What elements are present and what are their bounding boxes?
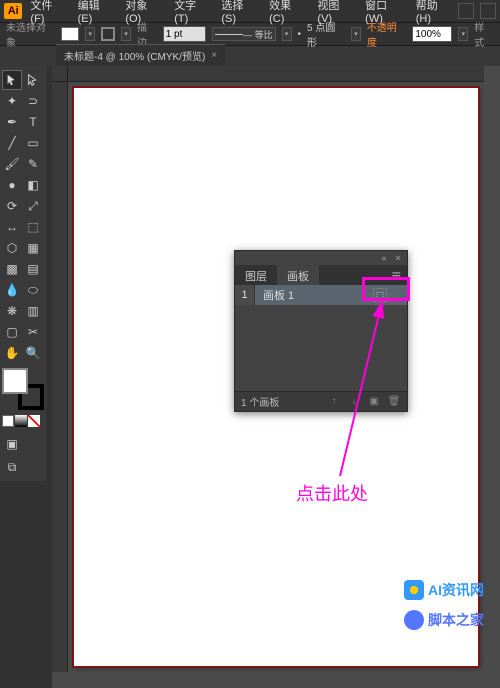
opacity-input[interactable] [412,26,452,42]
change-screen-mode[interactable]: ⧉ [2,457,22,477]
zoom-tool[interactable]: 🔍 [23,343,43,363]
annotation-text: 点击此处 [296,480,368,506]
rectangle-tool[interactable]: ▭ [23,133,43,153]
lasso-tool[interactable]: ⊃ [23,91,43,111]
watermark-1: AI资讯网 [396,576,492,604]
tab-layers[interactable]: 图层 [235,265,277,285]
watermark-2-icon [404,610,424,630]
width-tool[interactable]: ↔ [2,217,22,237]
brush-dropdown[interactable]: ▾ [351,27,361,41]
move-down-icon[interactable]: ↓ [347,395,361,409]
toolbox: ✦ ⊃ ✒ T ╱ ▭ 🖌 ✎ ● ◧ ⟳ ⤢ ↔ ⬚ ⬡ ▦ [0,66,46,481]
selection-tool[interactable] [2,70,22,90]
perspective-tool[interactable]: ▦ [23,238,43,258]
stroke-weight-input[interactable]: 1 pt [163,26,207,42]
artboard-orientation-icon[interactable]: ⬚ [373,288,387,302]
blob-brush-tool[interactable]: ● [2,175,22,195]
menu-type[interactable]: 文字(T) [168,0,213,27]
close-tab-icon[interactable]: × [211,50,217,61]
eyedropper-tool[interactable]: 💧 [2,280,22,300]
fill-stroke-control[interactable] [2,368,44,410]
ruler-corner [52,66,68,82]
artboard-count: 1 个画板 [241,394,279,409]
artboard-name[interactable]: 画板 1 [255,287,373,303]
app-logo: Ai [4,3,22,19]
artboard-options-icon[interactable] [389,288,403,302]
eraser-tool[interactable]: ◧ [23,175,43,195]
type-tool[interactable]: T [23,112,43,132]
panel-collapse-icon[interactable]: « [379,253,389,263]
pencil-tool[interactable]: ✎ [23,154,43,174]
fill-swatch[interactable] [61,27,79,41]
watermark-2: 脚本之家 [396,606,492,634]
stroke-dropdown[interactable]: ▾ [121,27,131,41]
move-up-icon[interactable]: ↑ [327,395,341,409]
mesh-tool[interactable]: ▩ [2,259,22,279]
direct-selection-tool[interactable] [23,70,43,90]
menu-effect[interactable]: 效果(C) [263,0,309,27]
opacity-dropdown[interactable]: ▾ [458,27,468,41]
color-mode-gradient[interactable] [15,415,27,427]
new-artboard-icon[interactable]: ▣ [367,395,381,409]
tab-artboards[interactable]: 画板 [277,265,319,285]
symbol-sprayer-tool[interactable]: ❋ [2,301,22,321]
pen-tool[interactable]: ✒ [2,112,22,132]
paintbrush-tool[interactable]: 🖌 [2,154,22,174]
fill-dropdown[interactable]: ▾ [85,27,95,41]
document-title: 未标题-4 @ 100% (CMYK/预览) [64,48,205,63]
document-tabs: 未标题-4 @ 100% (CMYK/预览) × [0,46,500,66]
blend-tool[interactable]: ⬭ [23,280,43,300]
panel-menu-icon[interactable]: ≡ [386,265,407,285]
horizontal-ruler [68,66,484,82]
panel-close-icon[interactable]: × [393,253,403,263]
layout-icon[interactable] [458,3,474,19]
brush-label[interactable]: 5 点圆形 [307,19,345,49]
artboard-row[interactable]: 1 画板 1 ⬚ [235,285,407,305]
vertical-ruler [52,82,68,672]
selection-status: 未选择对象 [6,19,55,49]
hand-tool[interactable]: ✋ [2,343,22,363]
opacity-label: 不透明度 [367,19,407,49]
artboard-tool[interactable]: ▢ [2,322,22,342]
watermark-1-icon [404,580,424,600]
screen-mode-tool[interactable]: ▣ [2,434,22,454]
artboards-panel: « × 图层 画板 ≡ 1 画板 1 ⬚ 1 个画板 ↑ ↓ ▣ [234,250,408,412]
color-mode-solid[interactable] [2,415,14,427]
magic-wand-tool[interactable]: ✦ [2,91,22,111]
document-tab[interactable]: 未标题-4 @ 100% (CMYK/预览) × [56,44,225,66]
shape-builder-tool[interactable]: ⬡ [2,238,22,258]
scale-tool[interactable]: ⤢ [23,196,43,216]
color-mode-none[interactable] [28,415,40,427]
fill-color[interactable] [2,368,28,394]
style-label[interactable]: 样式 [474,19,494,49]
free-transform-tool[interactable]: ⬚ [23,217,43,237]
graph-tool[interactable]: ▥ [23,301,43,321]
menu-help[interactable]: 帮助(H) [410,0,456,27]
stroke-style-arrow[interactable]: ▾ [282,27,292,41]
menu-select[interactable]: 选择(S) [215,0,261,27]
menu-edit[interactable]: 编辑(E) [72,0,118,27]
stroke-style-dropdown[interactable]: — 等比 [212,27,275,41]
stroke-swatch[interactable] [101,27,115,41]
artboard-number: 1 [235,285,255,305]
delete-artboard-icon[interactable]: 🗑 [387,395,401,409]
line-tool[interactable]: ╱ [2,133,22,153]
arrange-icon[interactable] [480,3,496,19]
gradient-tool[interactable]: ▤ [23,259,43,279]
rotate-tool[interactable]: ⟳ [2,196,22,216]
menubar: Ai 文件(F) 编辑(E) 对象(O) 文字(T) 选择(S) 效果(C) 视… [0,0,500,22]
slice-tool[interactable]: ✂ [23,322,43,342]
